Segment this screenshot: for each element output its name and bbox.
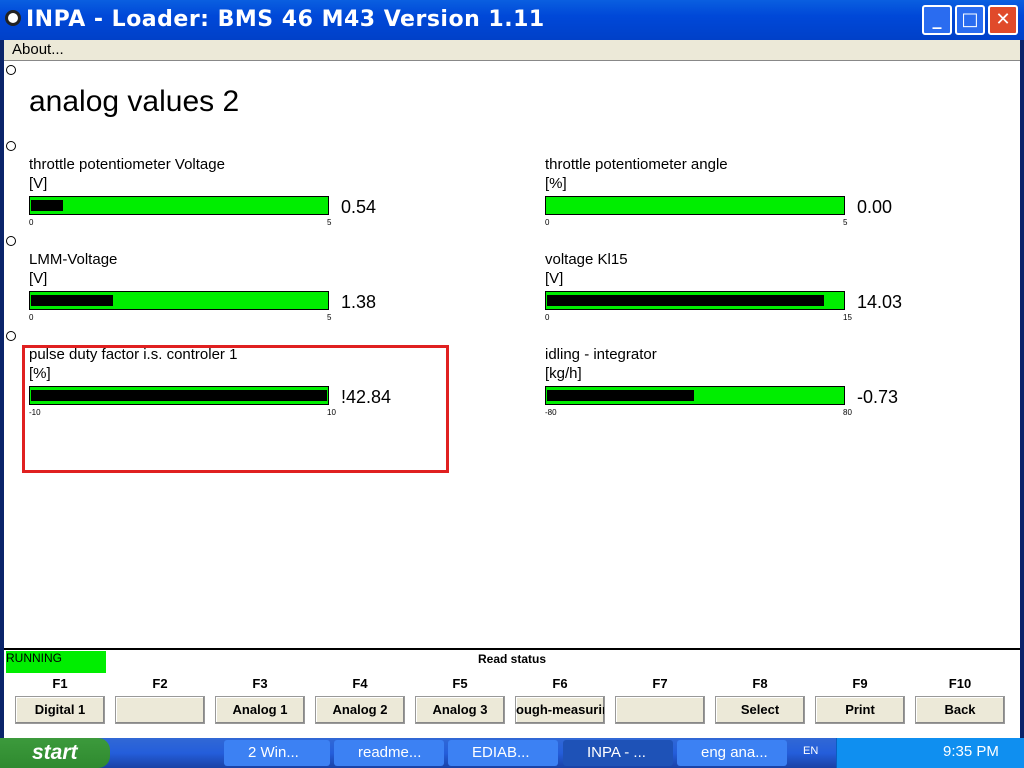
gauge-unit: [%] (545, 175, 567, 192)
gauge-min: 0 (29, 313, 34, 322)
gauge-bar (545, 386, 845, 405)
gauge-fill (547, 295, 824, 306)
taskbar-item[interactable]: EDIAB... (448, 740, 558, 766)
system-tray: 9:35 PM (836, 738, 1024, 768)
main-panel: analog values 2 throttle potentiometer V… (4, 60, 1020, 648)
gauge-bar (29, 196, 329, 215)
fkey-label: F1 (52, 676, 68, 691)
gauge-max: 5 (327, 218, 332, 227)
fkey-button-f5[interactable]: Analog 3 (415, 696, 505, 724)
function-key-panel: RUNNING Read status F1 Digital 1 F2 F3 Analo… (4, 648, 1020, 740)
gauge-unit: [V] (29, 175, 48, 192)
gauge-label: throttle potentiometer angle (545, 156, 728, 173)
gauge-max: 80 (843, 408, 852, 417)
menu-about[interactable]: About... (12, 41, 64, 58)
window-title: INPA - Loader: BMS 46 M43 Version 1.11 (26, 7, 545, 32)
fkey-button-f8[interactable]: Select (715, 696, 805, 724)
clock: 9:35 PM (943, 743, 999, 760)
fkey-label: F5 (452, 676, 468, 691)
gauge-fill (547, 390, 694, 401)
fkey-button-f9[interactable]: Print (815, 696, 905, 724)
gauge-value: 0.54 (341, 197, 377, 217)
taskbar-item[interactable]: readme... (334, 740, 444, 766)
gauge-min: 0 (29, 218, 34, 227)
gauge-min: -80 (545, 408, 557, 417)
fkey-button-f6[interactable]: ough-measurin (515, 696, 605, 724)
highlight-box (22, 345, 449, 473)
gauge: LMM-Voltage [V] 0 5 1.38 (29, 251, 449, 331)
fkey-button-f10[interactable]: Back (915, 696, 1005, 724)
gauge-max: 5 (327, 313, 332, 322)
fkey-label: F3 (252, 676, 268, 691)
radio-indicator (6, 331, 16, 341)
fkey-label: F7 (652, 676, 668, 691)
close-button[interactable]: ✕ (988, 5, 1018, 35)
radio-indicator (6, 141, 16, 151)
fkey-button-f2[interactable] (115, 696, 205, 724)
language-indicator[interactable]: EN (803, 745, 818, 757)
gauge-bar (29, 291, 329, 310)
fkey-button-f4[interactable]: Analog 2 (315, 696, 405, 724)
gauge-max: 5 (843, 218, 848, 227)
gauge-fill (31, 295, 113, 306)
fkey-button-f3[interactable]: Analog 1 (215, 696, 305, 724)
gauge-value: -0.73 (857, 387, 899, 407)
gauge-value: 1.38 (341, 292, 377, 312)
menu-bar: About... (4, 40, 1020, 60)
gauge: throttle potentiometer Voltage [V] 0 5 0… (29, 156, 449, 236)
radio-indicator (6, 236, 16, 246)
fkey-label: F8 (752, 676, 768, 691)
gauge-label: LMM-Voltage (29, 251, 118, 268)
read-status: Read status (477, 652, 547, 666)
fkey-label: F2 (152, 676, 168, 691)
fkey-label: F9 (852, 676, 868, 691)
gauge-unit: [V] (545, 270, 564, 287)
fkey-label: F6 (552, 676, 568, 691)
fkey-label: F10 (948, 676, 972, 691)
title-bar: INPA - Loader: BMS 46 M43 Version 1.11 _… (0, 0, 1024, 40)
maximize-button[interactable]: □ (955, 5, 985, 35)
taskbar-item-active[interactable]: INPA - ... (563, 740, 673, 766)
taskbar-item[interactable]: eng ana... (677, 740, 787, 766)
gauge-value: 0.00 (857, 197, 893, 217)
gauge-unit: [kg/h] (545, 365, 582, 382)
fkey-button-f7[interactable] (615, 696, 705, 724)
gauge: voltage Kl15 [V] 0 15 14.03 (545, 251, 965, 331)
start-button[interactable]: start (0, 738, 110, 768)
fkey-label: F4 (352, 676, 368, 691)
gauge-bar (545, 291, 845, 310)
page-title: analog values 2 (29, 85, 240, 118)
radio-indicator (6, 65, 16, 75)
gauge-label: throttle potentiometer Voltage (29, 156, 225, 173)
gauge-fill (31, 200, 63, 211)
gauge: throttle potentiometer angle [%] 0 5 0.0… (545, 156, 965, 236)
gauge-min: 0 (545, 218, 550, 227)
gauge-min: 0 (545, 313, 550, 322)
gauge: idling - integrator [kg/h] -80 80 -0.73 (545, 346, 965, 426)
taskbar: start 2 Win... readme... EDIAB... INPA -… (0, 738, 1024, 768)
gauge-bar (545, 196, 845, 215)
gauge-value: 14.03 (857, 292, 903, 312)
gauge-max: 15 (843, 313, 852, 322)
bmw-app-icon (5, 10, 21, 26)
gauge-label: voltage Kl15 (545, 251, 628, 268)
minimize-button[interactable]: _ (922, 5, 952, 35)
gauge-unit: [V] (29, 270, 48, 287)
taskbar-item[interactable]: 2 Win... (224, 740, 330, 766)
gauge-label: idling - integrator (545, 346, 657, 363)
fkey-button-f1[interactable]: Digital 1 (15, 696, 105, 724)
